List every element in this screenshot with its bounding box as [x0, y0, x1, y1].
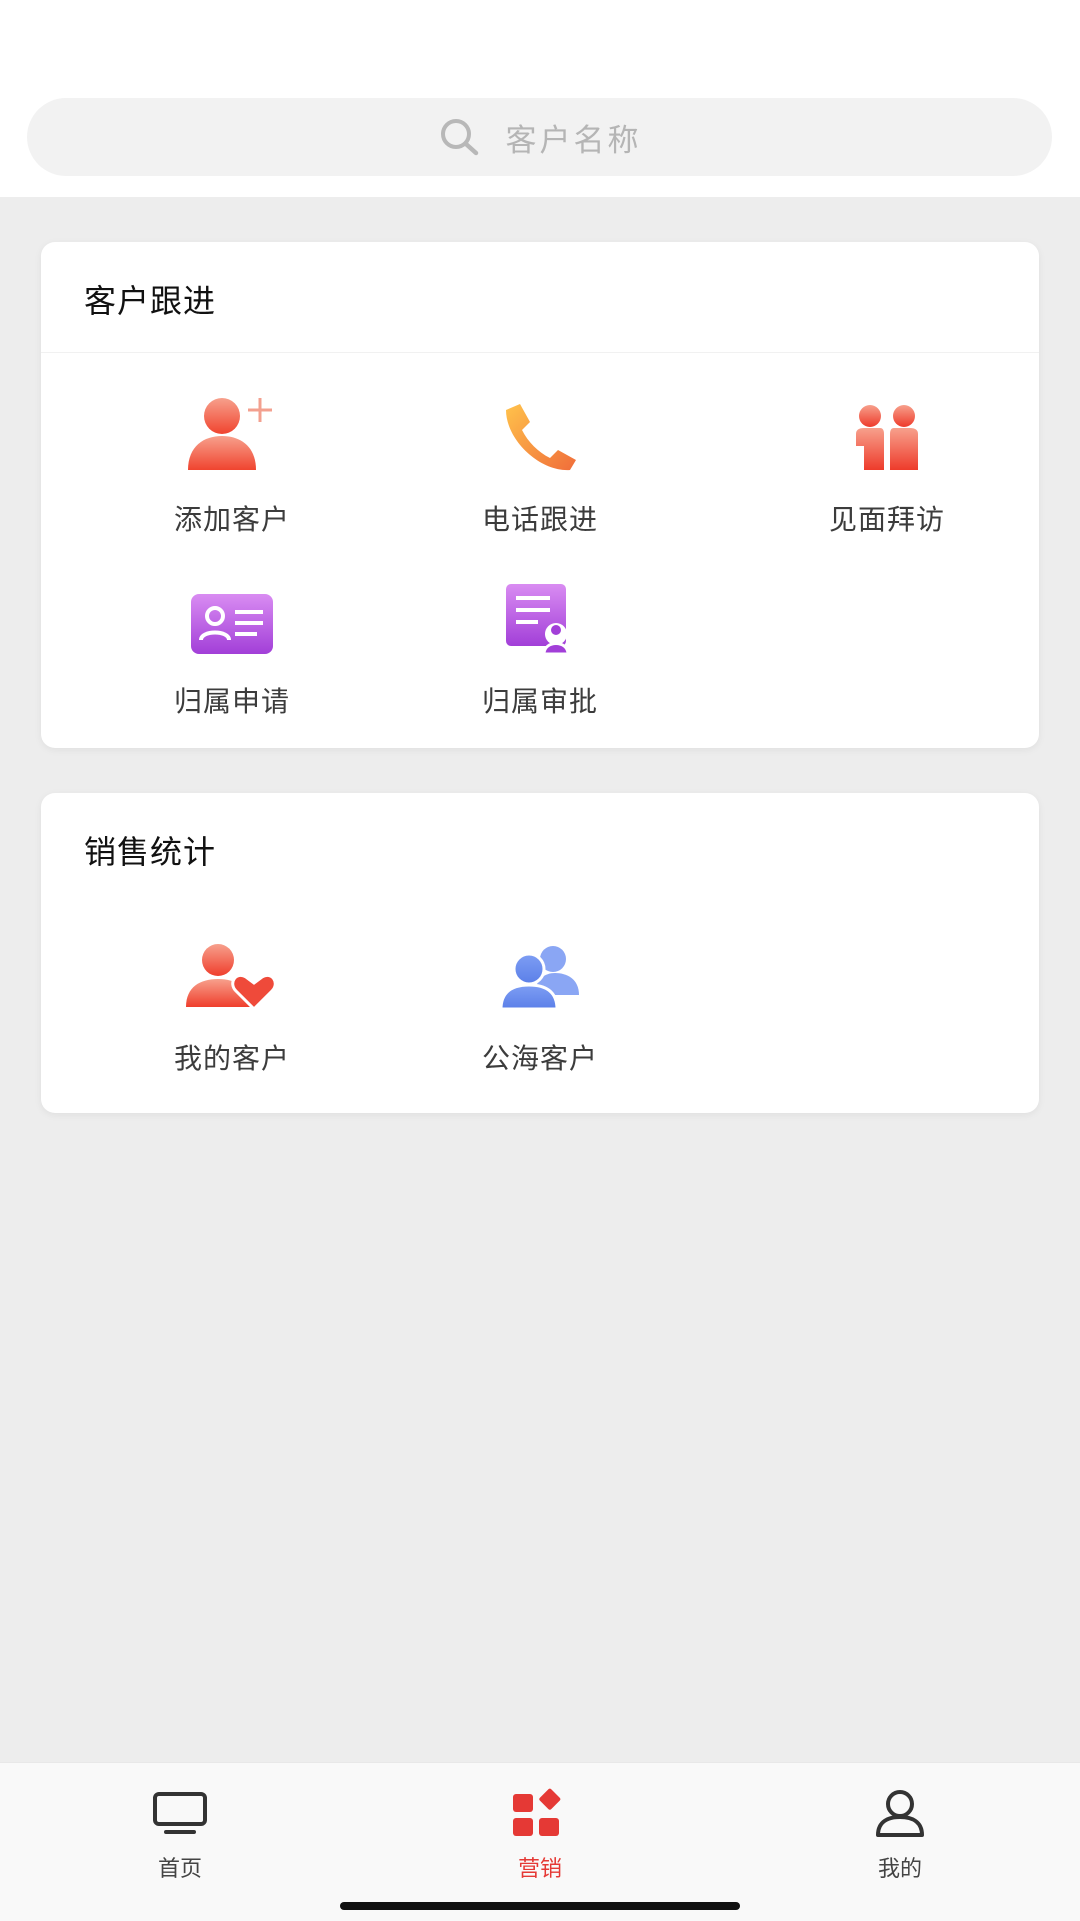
home-indicator	[340, 1902, 740, 1910]
bottom-tab-bar: 首页 营销 我的	[0, 1762, 1080, 1921]
approval-document-icon	[506, 584, 570, 654]
search-icon	[440, 119, 478, 156]
search-placeholder: 客户名称	[505, 122, 642, 159]
header: 客户名称	[0, 0, 1080, 197]
user-icon	[876, 1790, 924, 1837]
monitor-icon	[153, 1792, 207, 1834]
tab-label: 首页	[157, 1857, 202, 1882]
item-label: 归属申请	[173, 685, 290, 718]
phone-icon	[506, 404, 576, 471]
item-label: 电话跟进	[481, 503, 598, 536]
tab-label: 营销	[517, 1857, 562, 1882]
item-label: 归属审批	[481, 685, 598, 718]
tab-label: 我的	[877, 1857, 922, 1882]
customer-follow-card: 客户跟进 添加客户 电话跟进 见面拜访 归属申请 归属审批	[41, 242, 1039, 748]
phone-follow-button[interactable]: 电话跟进	[430, 390, 650, 538]
item-label: 我的客户	[173, 1042, 290, 1075]
group-users-icon	[499, 946, 579, 1011]
ownership-apply-button[interactable]: 归属申请	[122, 572, 342, 720]
favorite-customer-icon	[186, 944, 277, 1011]
card-title: 客户跟进	[84, 282, 217, 320]
add-customer-button[interactable]: 添加客户	[122, 390, 342, 538]
my-customers-button[interactable]: 我的客户	[122, 929, 342, 1077]
item-label: 添加客户	[173, 503, 290, 536]
id-card-icon	[191, 594, 273, 654]
add-user-icon	[188, 398, 272, 470]
tab-mine[interactable]: 我的	[820, 1785, 980, 1883]
meeting-icon	[856, 405, 918, 470]
item-label: 公海客户	[481, 1042, 598, 1075]
divider	[41, 352, 1039, 353]
item-label: 见面拜访	[828, 503, 945, 536]
tab-home[interactable]: 首页	[100, 1785, 260, 1883]
search-bar[interactable]: 客户名称	[27, 98, 1052, 176]
public-customers-button[interactable]: 公海客户	[430, 929, 650, 1077]
ownership-approve-button[interactable]: 归属审批	[430, 572, 650, 720]
apps-grid-icon	[513, 1788, 561, 1836]
visit-button[interactable]: 见面拜访	[777, 390, 997, 538]
sales-stats-card: 销售统计 我的客户 公海客户	[41, 793, 1039, 1113]
tab-marketing[interactable]: 营销	[460, 1785, 620, 1883]
card-title: 销售统计	[84, 833, 217, 871]
